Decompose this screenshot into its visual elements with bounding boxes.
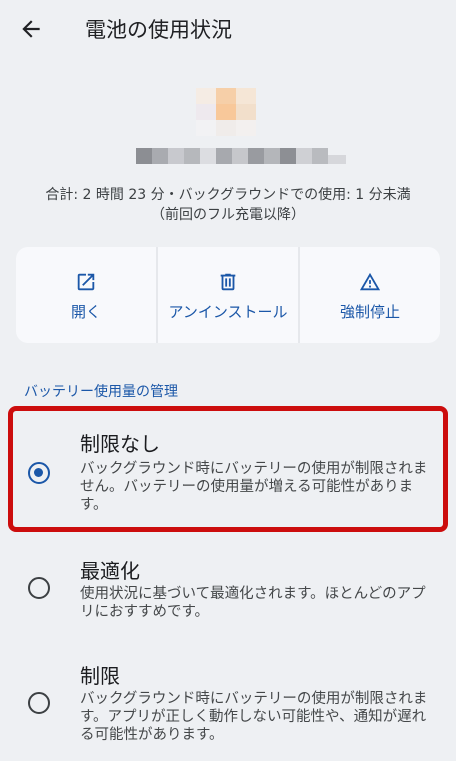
action-bar: 開く アンインストール 強制停止 [16, 247, 440, 343]
usage-summary: 合計: 2 時間 23 分・バックグラウンドでの使用: 1 分未満 [45, 187, 411, 203]
highlight-box [8, 406, 448, 532]
option-title: 制限 [80, 664, 120, 688]
radio-unselected-icon[interactable] [28, 692, 50, 714]
open-external-icon [77, 273, 95, 291]
trash-icon [220, 273, 236, 291]
app-icon-blurred [196, 88, 256, 136]
app-name-blurred [136, 148, 346, 164]
open-button-label: 開く [70, 303, 101, 321]
force-stop-button[interactable]: 強制停止 [298, 247, 440, 343]
option-description: 使用状況に基づいて最適化されます。ほとんどのアプリにおすすめです。 [80, 586, 426, 620]
radio-unselected-icon[interactable] [28, 577, 50, 599]
section-title: バッテリー使用量の管理 [24, 384, 178, 400]
uninstall-button-label: アンインストール [168, 303, 288, 321]
uninstall-button[interactable]: アンインストール [156, 247, 298, 343]
arrow-left-icon[interactable] [18, 16, 44, 42]
option-title: 最適化 [80, 559, 140, 583]
page-title: 電池の使用状況 [85, 18, 232, 42]
option-description: バックグラウンド時にバッテリーの使用が制限されます。アプリが正しく動作しない可能… [80, 691, 428, 743]
force-stop-button-label: 強制停止 [339, 303, 400, 321]
warning-icon [359, 272, 381, 291]
usage-since-charge: （前回のフル充電以降） [151, 207, 305, 223]
app-bar: 電池の使用状況 [0, 0, 456, 56]
open-button[interactable]: 開く [16, 247, 156, 343]
